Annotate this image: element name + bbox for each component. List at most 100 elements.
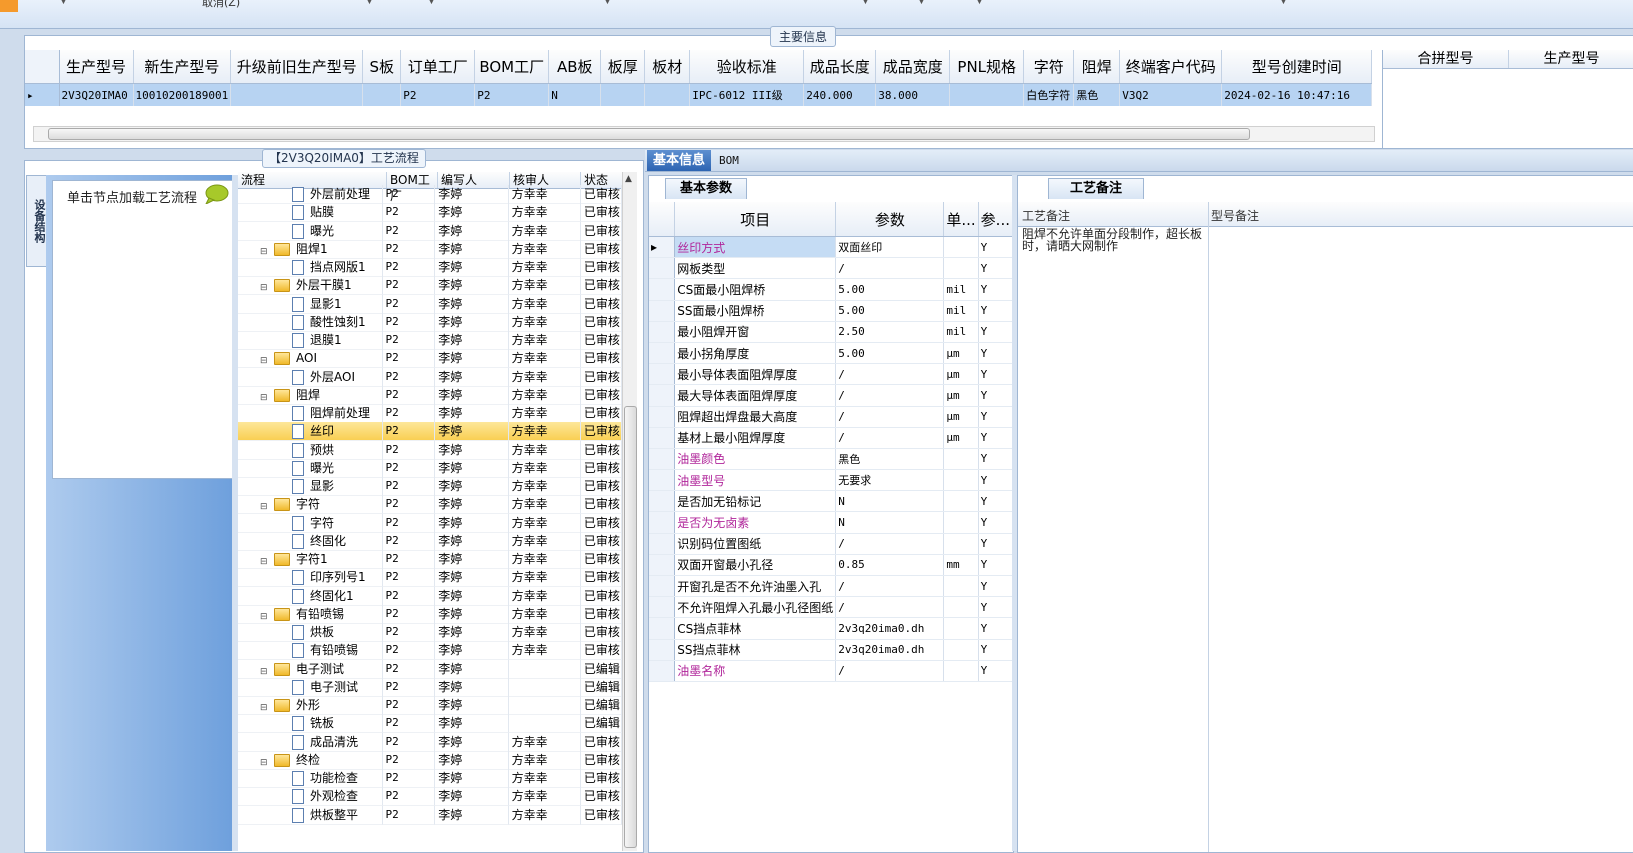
table-row[interactable]: 识别码位置图纸 / Y bbox=[649, 533, 1014, 555]
nav-hint[interactable]: 单击节点加载工艺流程 bbox=[67, 187, 197, 206]
column-header[interactable]: 参数 bbox=[835, 202, 945, 237]
param-flag[interactable]: Y bbox=[978, 511, 1014, 534]
param-item[interactable]: 开窗孔是否不允许油墨入孔 bbox=[674, 575, 837, 598]
collapse-icon[interactable]: ⊟ bbox=[260, 754, 268, 769]
column-header[interactable]: 字符 bbox=[1023, 50, 1075, 84]
table-row[interactable]: 最小阻焊开窗 2.50 mil Y bbox=[649, 321, 1014, 343]
param-value[interactable]: 0.85 bbox=[835, 554, 945, 577]
tree-row[interactable]: ⊟ 字符1 P2 李婷 方幸幸 已审核 bbox=[238, 550, 623, 569]
param-flag[interactable]: Y bbox=[978, 575, 1014, 598]
param-unit[interactable]: μm bbox=[943, 427, 979, 449]
cancel-button[interactable]: 取消(Z) bbox=[202, 0, 240, 10]
tree-row[interactable]: 外层前处理 P2 李婷 方幸幸 已审核 bbox=[238, 185, 623, 204]
param-unit[interactable] bbox=[943, 575, 979, 598]
tree-node[interactable]: 终固化1 bbox=[238, 586, 384, 606]
param-item[interactable]: 识别码位置图纸 bbox=[674, 533, 837, 555]
table-cell[interactable]: 黑色 bbox=[1073, 83, 1121, 106]
param-item[interactable]: 网板类型 bbox=[674, 257, 837, 280]
param-item[interactable]: 油墨型号 bbox=[674, 469, 837, 492]
tree-row[interactable]: 有铅喷锡 P2 李婷 方幸幸 已审核 bbox=[238, 641, 623, 661]
param-value[interactable]: / bbox=[835, 427, 945, 449]
param-flag[interactable]: Y bbox=[978, 384, 1014, 407]
table-row[interactable]: 基材上最小阻焊厚度 / μm Y bbox=[649, 427, 1014, 449]
table-row[interactable]: 是否加无铅标记 N Y bbox=[649, 490, 1014, 513]
param-value[interactable]: N bbox=[835, 511, 945, 534]
tree-row[interactable]: 烘板 P2 李婷 方幸幸 已审核 bbox=[238, 623, 623, 642]
table-cell[interactable]: P2 bbox=[474, 83, 550, 106]
param-value[interactable]: / bbox=[835, 257, 945, 280]
tree-node[interactable]: 显影 bbox=[238, 477, 384, 496]
table-cell[interactable] bbox=[362, 83, 402, 106]
column-header[interactable]: 合拼型号 bbox=[1383, 50, 1509, 68]
scroll-up-icon[interactable]: ▲ bbox=[625, 174, 632, 184]
tab-bom[interactable]: BOM bbox=[719, 152, 739, 170]
param-unit[interactable] bbox=[943, 236, 979, 259]
param-flag[interactable]: Y bbox=[978, 596, 1014, 619]
column-header[interactable]: 订单工厂 bbox=[400, 50, 476, 84]
param-value[interactable]: N bbox=[835, 490, 945, 513]
param-item[interactable]: 双面开窗最小孔径 bbox=[674, 554, 837, 577]
param-value[interactable]: 5.00 bbox=[835, 278, 945, 301]
param-unit[interactable]: mil bbox=[943, 321, 979, 343]
tree-row[interactable]: 丝印 P2 李婷 方幸幸 已审核 bbox=[238, 422, 623, 442]
tree-row[interactable]: 铣板 P2 李婷 已编辑 bbox=[238, 714, 623, 734]
tree-node[interactable]: ⊟ 字符 bbox=[238, 495, 384, 515]
table-cell[interactable]: 38.000 bbox=[875, 83, 951, 106]
tree-node[interactable]: 酸性蚀刻1 bbox=[238, 312, 384, 332]
param-unit[interactable] bbox=[943, 639, 979, 661]
collapse-icon[interactable]: ⊟ bbox=[260, 699, 268, 714]
column-header[interactable]: 验收标准 bbox=[689, 50, 805, 84]
tree-row[interactable]: 退膜1 P2 李婷 方幸幸 已审核 bbox=[238, 331, 623, 350]
collapse-icon[interactable]: ⊟ bbox=[260, 243, 268, 258]
param-flag[interactable]: Y bbox=[978, 236, 1014, 259]
param-unit[interactable] bbox=[943, 660, 979, 682]
tree-node[interactable]: ⊟ 外形 bbox=[238, 696, 384, 715]
process-remark-text[interactable]: 阻焊不允许单面分段制作，超长板时，请晒大网制作 bbox=[1022, 228, 1202, 252]
tree-node[interactable]: 烘板整平 bbox=[238, 805, 384, 825]
column-header[interactable]: 型号创建时间 bbox=[1221, 50, 1373, 84]
column-header[interactable]: 生产型号 bbox=[1509, 50, 1633, 68]
tree-row[interactable]: 贴膜 P2 李婷 方幸幸 已审核 bbox=[238, 203, 623, 223]
param-flag[interactable]: Y bbox=[978, 448, 1014, 471]
tree-node[interactable]: ⊟ 阻焊1 bbox=[238, 239, 384, 259]
table-row[interactable]: 最小导体表面阻焊厚度 / μm Y bbox=[649, 363, 1014, 386]
param-flag[interactable]: Y bbox=[978, 554, 1014, 577]
column-header[interactable]: 参... bbox=[978, 202, 1014, 237]
vertical-scrollbar[interactable]: ▲ bbox=[622, 172, 637, 851]
column-header[interactable]: 升级前旧生产型号 bbox=[230, 50, 364, 84]
tree-row[interactable]: 烘板整平 P2 李婷 方幸幸 已审核 bbox=[238, 805, 623, 825]
tree-node[interactable]: ⊟ 终检 bbox=[238, 750, 384, 770]
param-value[interactable]: 5.00 bbox=[835, 300, 945, 322]
tree-node[interactable]: 印序列号1 bbox=[238, 568, 384, 588]
column-header[interactable]: 新生产型号 bbox=[133, 50, 232, 84]
table-row[interactable]: 是否为无卤素 N Y bbox=[649, 511, 1014, 534]
param-unit[interactable]: mil bbox=[943, 300, 979, 322]
column-header[interactable]: AB板 bbox=[548, 50, 602, 84]
column-header[interactable]: 型号备注 bbox=[1211, 207, 1259, 224]
chevron-down-icon[interactable]: ▼ bbox=[1280, 0, 1287, 6]
param-item[interactable]: 最小拐角厚度 bbox=[674, 342, 837, 365]
collapse-icon[interactable]: ⊟ bbox=[260, 352, 268, 367]
param-flag[interactable]: Y bbox=[978, 300, 1014, 322]
param-item[interactable]: CS挡点菲林 bbox=[674, 617, 837, 640]
tree-node[interactable]: ⊟ 字符1 bbox=[238, 550, 384, 569]
param-unit[interactable] bbox=[943, 257, 979, 280]
tree-row[interactable]: 预烘 P2 李婷 方幸幸 已审核 bbox=[238, 440, 623, 460]
remarks-tab[interactable]: 工艺备注 bbox=[1048, 178, 1144, 199]
tree-node[interactable]: 终固化 bbox=[238, 531, 384, 551]
table-cell[interactable]: V3Q2 bbox=[1119, 83, 1223, 106]
chevron-down-icon[interactable]: ▼ bbox=[428, 0, 435, 6]
tree-row[interactable]: 外观检查 P2 李婷 方幸幸 已审核 bbox=[238, 787, 623, 807]
table-row[interactable]: 油墨型号 无要求 Y bbox=[649, 469, 1014, 492]
tab-basic-info[interactable]: 基本信息 bbox=[647, 150, 711, 171]
chevron-down-icon[interactable]: ▼ bbox=[604, 0, 611, 6]
param-unit[interactable] bbox=[943, 448, 979, 471]
column-header[interactable]: 工艺备注 bbox=[1022, 207, 1070, 224]
param-unit[interactable]: μm bbox=[943, 406, 979, 428]
tree-node[interactable]: 丝印 bbox=[238, 422, 384, 442]
param-flag[interactable]: Y bbox=[978, 427, 1014, 449]
chevron-down-icon[interactable]: ▼ bbox=[862, 0, 869, 6]
param-value[interactable]: / bbox=[835, 660, 945, 682]
tree-row[interactable]: 电子测试 P2 李婷 已编辑 bbox=[238, 677, 623, 697]
table-cell[interactable]: N bbox=[548, 83, 602, 106]
